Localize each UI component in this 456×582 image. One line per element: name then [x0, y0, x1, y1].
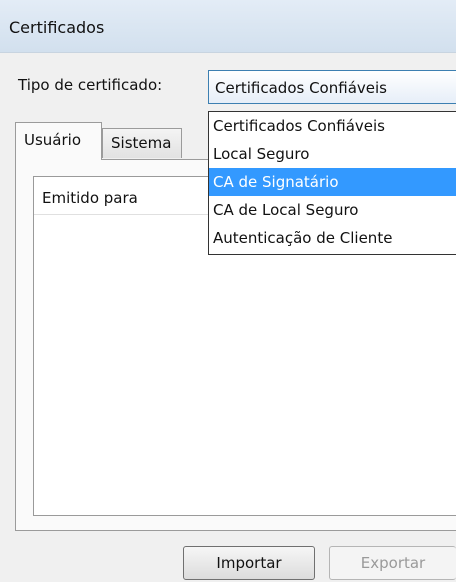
window-title: Certificados	[9, 18, 105, 37]
export-button[interactable]: Exportar	[329, 546, 456, 580]
certificate-type-select[interactable]: Certificados Confiáveis	[208, 70, 456, 104]
certificate-type-dropdown: Certificados Confiáveis Local Seguro CA …	[208, 111, 456, 255]
tab-sistema[interactable]: Sistema	[102, 128, 182, 158]
option-autenticacao-de-cliente[interactable]: Autenticação de Cliente	[209, 224, 456, 252]
tab-usuario-label: Usuário	[24, 131, 82, 149]
column-header-label: Emitido para	[42, 189, 138, 207]
option-ca-de-local-seguro[interactable]: CA de Local Seguro	[209, 196, 456, 224]
certificate-type-selected-value: Certificados Confiáveis	[215, 79, 387, 97]
title-bar: Certificados	[0, 0, 456, 53]
tab-sistema-label: Sistema	[111, 134, 172, 152]
tab-usuario[interactable]: Usuário	[15, 122, 102, 160]
option-certificados-confiaveis[interactable]: Certificados Confiáveis	[209, 112, 456, 140]
certificate-type-label: Tipo de certificado:	[18, 76, 163, 94]
option-local-seguro[interactable]: Local Seguro	[209, 140, 456, 168]
import-button[interactable]: Importar	[183, 546, 315, 580]
option-ca-de-signatario[interactable]: CA de Signatário	[209, 168, 456, 196]
